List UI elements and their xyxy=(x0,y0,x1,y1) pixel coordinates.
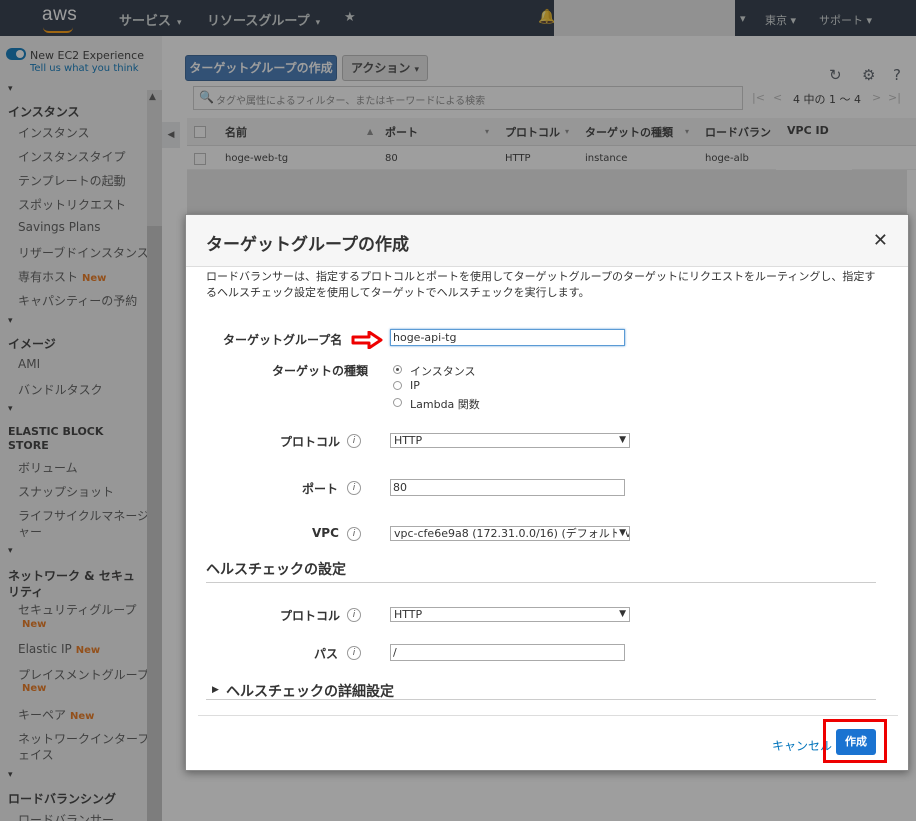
target-type-instance-label[interactable]: インスタンス xyxy=(410,363,476,379)
divider xyxy=(206,582,876,583)
info-icon[interactable]: i xyxy=(347,646,361,660)
dialog-header: ターゲットグループの作成 ✕ xyxy=(186,215,908,267)
dropdown-arrow-icon: ▼ xyxy=(619,609,626,619)
protocol-select[interactable]: HTTP ▼ xyxy=(390,433,630,448)
info-icon[interactable]: i xyxy=(347,608,361,622)
target-type-instance-radio[interactable] xyxy=(393,365,402,374)
footer-divider xyxy=(198,715,898,716)
port-label: ポート xyxy=(302,482,339,496)
close-icon[interactable]: ✕ xyxy=(873,230,888,251)
health-path-input[interactable]: / xyxy=(390,644,625,661)
info-icon[interactable]: i xyxy=(347,434,361,448)
vpc-label: VPC xyxy=(312,526,339,540)
target-type-ip-radio[interactable] xyxy=(393,381,402,390)
target-type-label: ターゲットの種類 xyxy=(272,364,369,378)
info-icon[interactable]: i xyxy=(347,481,361,495)
dropdown-arrow-icon: ▼ xyxy=(619,435,626,445)
info-icon[interactable]: i xyxy=(347,527,361,541)
protocol-label: プロトコル xyxy=(280,435,341,449)
target-type-ip-label[interactable]: IP xyxy=(410,379,420,392)
target-type-lambda-label[interactable]: Lambda 関数 xyxy=(410,396,480,412)
dialog-description: ロードバランサーは、指定するプロトコルとポートを使用してターゲットグループのター… xyxy=(206,270,876,299)
port-input[interactable]: 80 xyxy=(390,479,625,496)
create-target-group-dialog: ターゲットグループの作成 ✕ ロードバランサーは、指定するプロトコルとポートを使… xyxy=(185,214,909,771)
advanced-health-settings-toggle[interactable]: ヘルスチェックの詳細設定 xyxy=(226,681,394,701)
health-check-section-title: ヘルスチェックの設定 xyxy=(206,562,346,578)
vpc-select[interactable]: vpc-cfe6e9a8 (172.31.0.0/16) (デフォルト V ▼ xyxy=(390,526,630,541)
expand-caret-icon[interactable]: ▶ xyxy=(212,685,219,695)
red-highlight-annotation xyxy=(823,719,887,763)
dropdown-arrow-icon: ▼ xyxy=(617,527,626,540)
target-group-name-input[interactable]: hoge-api-tg xyxy=(390,329,625,346)
target-type-lambda-radio[interactable] xyxy=(393,398,402,407)
path-label: パス xyxy=(314,647,339,661)
red-arrow-annotation-icon xyxy=(351,331,383,349)
target-group-name-label: ターゲットグループ名 xyxy=(223,333,343,347)
health-protocol-select[interactable]: HTTP ▼ xyxy=(390,607,630,622)
dialog-title: ターゲットグループの作成 xyxy=(206,235,409,255)
health-protocol-label: プロトコル xyxy=(280,609,341,623)
divider xyxy=(206,699,876,700)
